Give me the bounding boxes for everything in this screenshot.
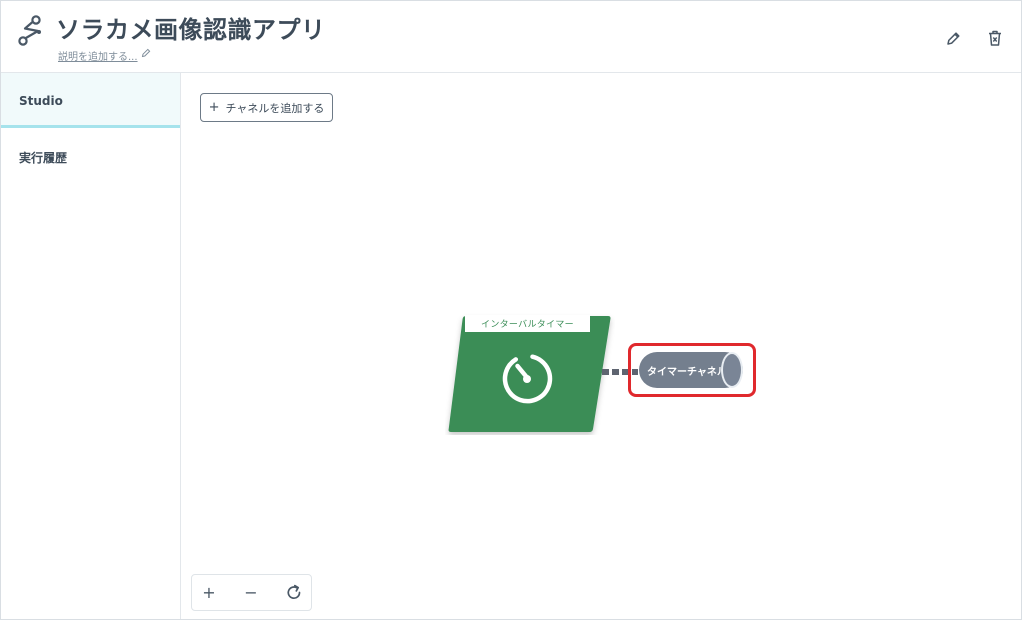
plus-icon: + [208, 100, 220, 115]
add-channel-label: チャネルを追加する [225, 101, 325, 115]
channel-endpoint[interactable] [721, 352, 743, 388]
sidebar-item-history[interactable]: 実行履歴 [1, 139, 180, 175]
zoom-in-button[interactable]: + [199, 583, 219, 603]
zoom-out-button[interactable]: − [241, 583, 261, 603]
delete-button[interactable] [987, 29, 1003, 47]
sidebar-item-label: 実行履歴 [19, 151, 68, 165]
page-title: ソラカメ画像認識アプリ [56, 16, 326, 44]
pencil-icon[interactable] [141, 48, 151, 58]
app-header: ソラカメ画像認識アプリ 説明を追加する... [1, 1, 1021, 73]
interval-timer-node[interactable]: インターバルタイマー [445, 313, 615, 435]
timer-icon [502, 354, 553, 404]
sidebar: Studio 実行履歴 [1, 73, 181, 619]
reset-icon[interactable] [284, 583, 304, 603]
flow-canvas[interactable]: + チャネルを追加する インターバルタイマー タイマーチャネル + − [181, 73, 1021, 619]
sidebar-item-studio[interactable]: Studio [1, 73, 180, 128]
timer-channel-node[interactable]: タイマーチャネル [639, 352, 743, 388]
timer-node-label: インターバルタイマー [465, 315, 590, 332]
edit-button[interactable] [945, 29, 961, 47]
channel-node-label: タイマーチャネル [647, 367, 727, 378]
add-description-link[interactable]: 説明を追加する... [58, 48, 138, 63]
add-channel-button[interactable]: + チャネルを追加する [200, 93, 333, 122]
flow-icon [18, 15, 41, 46]
sidebar-item-label: Studio [19, 94, 63, 108]
zoom-controls: + − [191, 574, 312, 611]
